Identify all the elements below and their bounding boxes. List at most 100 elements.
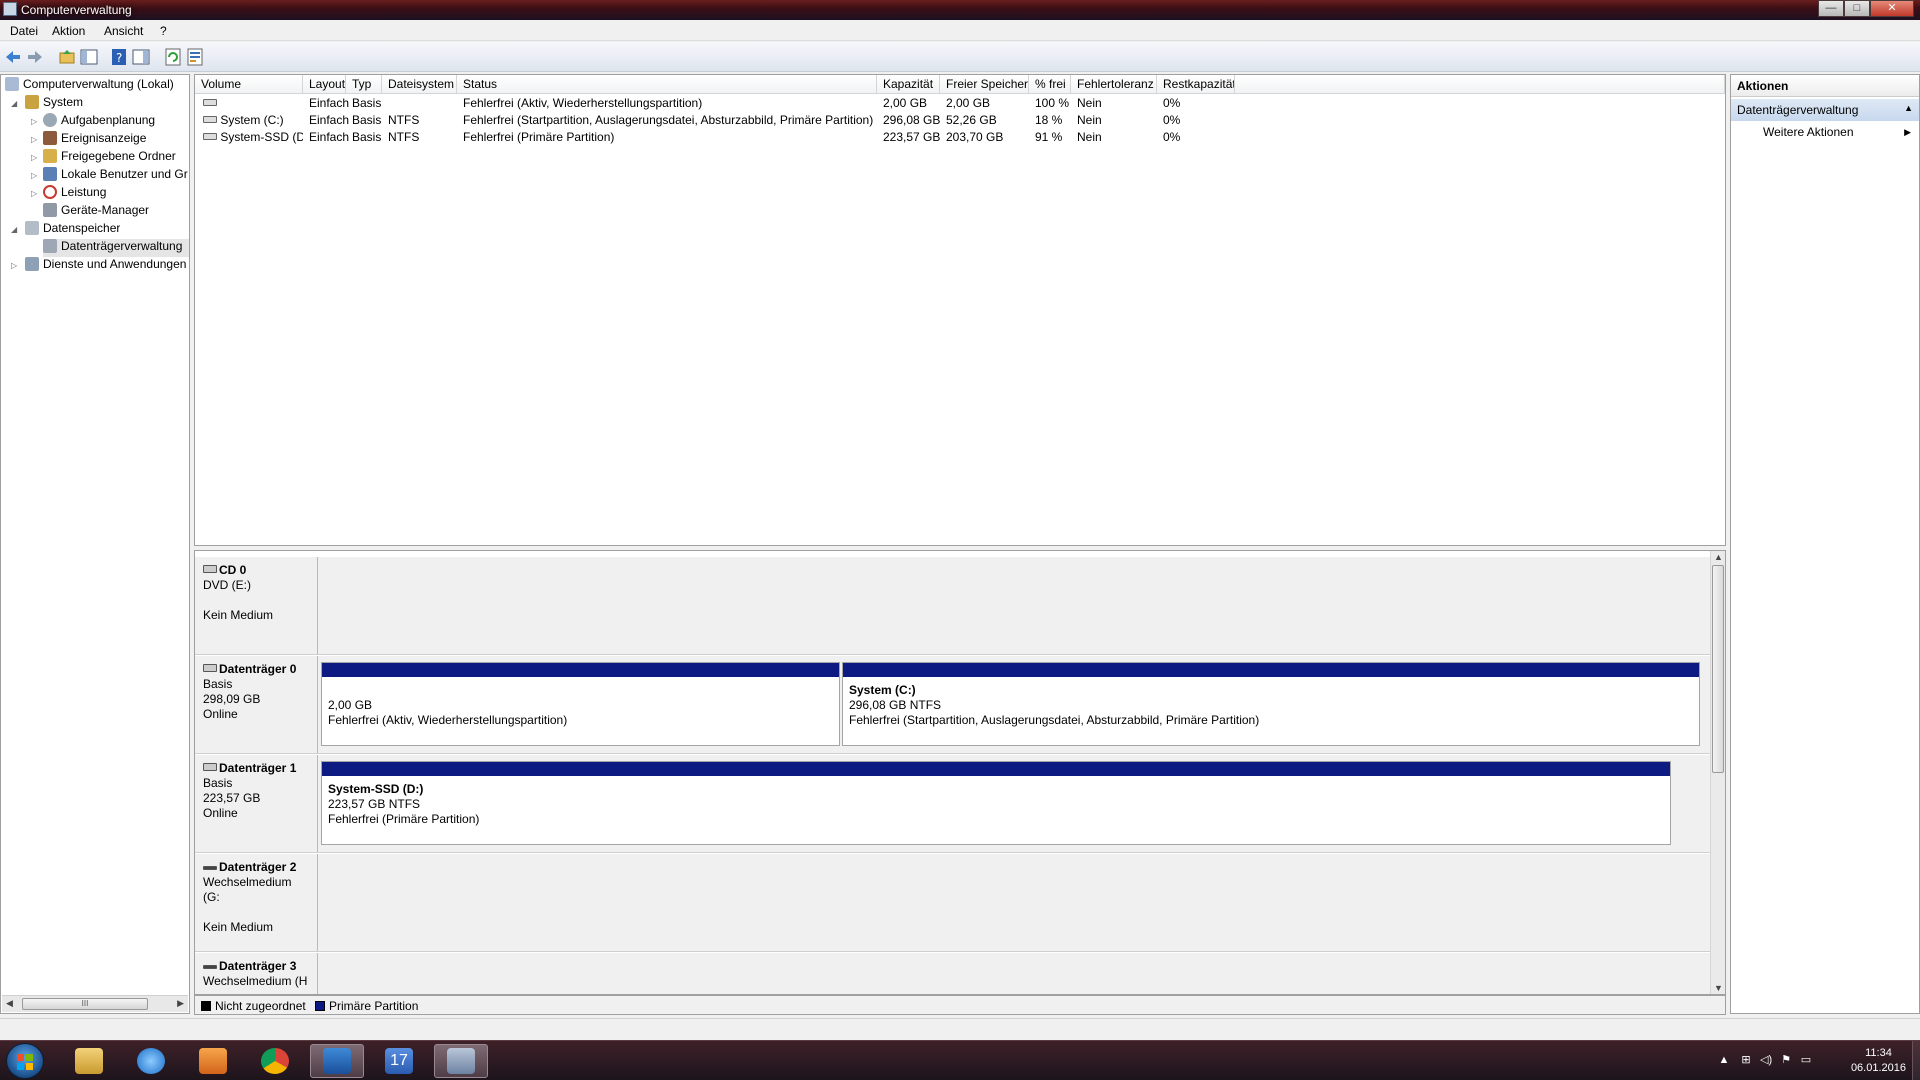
col-fehlertoleranz[interactable]: Fehlertoleranz xyxy=(1071,75,1157,94)
windows-flag-tray-icon[interactable]: ⊞ xyxy=(1740,1054,1752,1066)
actions-pane: Aktionen Datenträgerverwaltung ▲ Weitere… xyxy=(1730,74,1920,1014)
computer-icon xyxy=(5,77,19,91)
scroll-right-icon[interactable]: ▶ xyxy=(177,998,184,1009)
tray-overflow-icon[interactable]: ▲ xyxy=(1718,1054,1730,1066)
action-weitere-aktionen[interactable]: Weitere Aktionen xyxy=(1763,125,1854,139)
show-tree-icon[interactable] xyxy=(80,48,98,66)
tree-item-datentraegerverwaltung[interactable]: Datenträgerverwaltung xyxy=(43,239,189,257)
tree-item-dienste[interactable]: Dienste und Anwendungen xyxy=(25,257,189,275)
tree-item-root[interactable]: Computerverwaltung (Lokal) xyxy=(5,77,174,95)
disk-row-datentraeger-3[interactable]: Datenträger 3 Wechselmedium (H xyxy=(195,953,1711,994)
show-action-pane-icon[interactable] xyxy=(132,48,150,66)
properties-icon[interactable] xyxy=(186,48,204,66)
menu-datei[interactable]: Datei xyxy=(10,24,38,38)
scroll-thumb[interactable]: III xyxy=(22,998,148,1010)
tree-item-lokale-benutzer[interactable]: Lokale Benutzer und Gr xyxy=(43,167,189,185)
scroll-thumb[interactable] xyxy=(1712,565,1724,773)
taskbar-chrome[interactable] xyxy=(248,1044,302,1078)
submenu-arrow-icon[interactable]: ▶ xyxy=(1904,127,1911,138)
internet-explorer-icon xyxy=(137,1048,165,1074)
help-icon[interactable]: ? xyxy=(110,48,128,66)
table-row[interactable]: Einfach Basis Fehlerfrei (Aktiv, Wiederh… xyxy=(195,95,1725,112)
partition-system-c[interactable]: System (C:) 296,08 GB NTFS Fehlerfrei (S… xyxy=(842,662,1700,746)
tree-item-leistung[interactable]: Leistung xyxy=(43,185,106,203)
back-arrow-icon[interactable] xyxy=(4,48,22,66)
maximize-button[interactable]: □ xyxy=(1844,0,1870,17)
disk-view-scrollbar[interactable]: ▲ ▼ xyxy=(1710,551,1725,994)
freier-speicher-cell: 52,26 GB xyxy=(946,113,997,127)
svg-text:?: ? xyxy=(116,51,122,65)
expand-arrow-icon[interactable]: ▷ xyxy=(31,189,41,199)
disk-row-datentraeger-2[interactable]: Datenträger 2 Wechselmedium (G: Kein Med… xyxy=(195,854,1711,952)
tree-item-freigegebene-ordner[interactable]: Freigegebene Ordner xyxy=(43,149,176,167)
start-button[interactable] xyxy=(6,1043,44,1079)
volume-icon[interactable]: ◁) xyxy=(1760,1054,1772,1066)
expand-arrow-icon[interactable]: ▷ xyxy=(31,171,41,181)
disk-row-datentraeger-1[interactable]: Datenträger 1 Basis 223,57 GB Online Sys… xyxy=(195,755,1711,853)
refresh-icon[interactable] xyxy=(164,48,182,66)
layout-cell: Einfach xyxy=(309,96,350,110)
partition-recovery[interactable]: 2,00 GB Fehlerfrei (Aktiv, Wiederherstel… xyxy=(321,662,840,746)
disk-row-cd0[interactable]: CD 0 DVD (E:) Kein Medium xyxy=(195,557,1711,655)
col-layout[interactable]: Layout xyxy=(303,75,346,94)
col-dateisystem[interactable]: Dateisystem xyxy=(382,75,457,94)
taskbar-computer-management[interactable] xyxy=(434,1044,488,1078)
users-icon xyxy=(43,167,57,181)
tree-item-geraete-manager[interactable]: Geräte-Manager xyxy=(43,203,149,221)
col-restkapazitaet[interactable]: Restkapazität xyxy=(1157,75,1235,94)
action-center-flag-icon[interactable]: ⚑ xyxy=(1780,1054,1792,1066)
expand-arrow-icon[interactable]: ▷ xyxy=(31,117,41,127)
primary-partition-bar xyxy=(322,762,1670,776)
expand-arrow-icon[interactable]: ▷ xyxy=(31,153,41,163)
clock[interactable]: 11:34 06.01.2016 xyxy=(1851,1046,1906,1076)
layout-cell: Einfach xyxy=(309,130,350,144)
col-volume[interactable]: Volume xyxy=(195,75,303,94)
legend-label-primary: Primäre Partition xyxy=(329,999,419,1013)
network-icon[interactable]: ▭ xyxy=(1800,1054,1812,1066)
collapse-arrow-icon[interactable]: ◢ xyxy=(11,225,21,235)
device-manager-icon xyxy=(43,203,57,217)
taskbar-outlook[interactable] xyxy=(310,1044,364,1078)
col-kapazitaet[interactable]: Kapazität xyxy=(877,75,940,94)
show-desktop-button[interactable] xyxy=(1912,1041,1920,1080)
expand-arrow-icon[interactable]: ▷ xyxy=(11,261,21,271)
layout-cell: Einfach xyxy=(309,113,350,127)
tree-item-datenspeicher[interactable]: Datenspeicher xyxy=(25,221,120,239)
tree-horizontal-scrollbar[interactable]: ◀ III ▶ xyxy=(2,995,188,1012)
menu-ansicht[interactable]: Ansicht xyxy=(104,24,143,38)
collapse-arrow-icon[interactable]: ◢ xyxy=(11,99,21,109)
disk-row-datentraeger-0[interactable]: Datenträger 0 Basis 298,09 GB Online 2,0… xyxy=(195,656,1711,754)
close-button[interactable]: ✕ xyxy=(1870,0,1914,17)
tree-item-ereignisanzeige[interactable]: Ereignisanzeige xyxy=(43,131,146,149)
up-folder-icon[interactable] xyxy=(58,48,76,66)
taskbar-internet-explorer[interactable] xyxy=(124,1044,178,1078)
menu-aktion[interactable]: Aktion xyxy=(52,24,85,38)
fehlertoleranz-cell: Nein xyxy=(1077,130,1102,144)
app-icon xyxy=(3,2,17,16)
col-filler xyxy=(1235,75,1725,94)
col-typ[interactable]: Typ xyxy=(346,75,382,94)
col-status[interactable]: Status xyxy=(457,75,877,94)
taskbar-calendar[interactable]: 17 xyxy=(372,1044,426,1078)
expand-arrow-icon[interactable]: ▷ xyxy=(31,135,41,145)
tree-item-aufgabenplanung[interactable]: Aufgabenplanung xyxy=(43,113,155,131)
col-freier-speicher[interactable]: Freier Speicher xyxy=(940,75,1029,94)
performance-icon xyxy=(43,185,57,199)
actions-section-datentraegerverwaltung[interactable]: Datenträgerverwaltung ▲ xyxy=(1731,99,1919,121)
removable-drive-icon xyxy=(203,965,217,969)
tree-item-system[interactable]: System xyxy=(25,95,83,113)
table-row[interactable]: System-SSD (D:) Einfach Basis NTFS Fehle… xyxy=(195,129,1725,146)
minimize-button[interactable]: — xyxy=(1818,0,1844,17)
partition-system-ssd-d[interactable]: System-SSD (D:) 223,57 GB NTFS Fehlerfre… xyxy=(321,761,1671,845)
menu-help[interactable]: ? xyxy=(160,24,167,38)
taskbar-explorer[interactable] xyxy=(62,1044,116,1078)
taskbar-media-player[interactable] xyxy=(186,1044,240,1078)
scroll-up-icon[interactable]: ▲ xyxy=(1714,552,1723,562)
col-prozent-frei[interactable]: % frei xyxy=(1029,75,1071,94)
collapse-up-icon[interactable]: ▲ xyxy=(1904,103,1913,113)
forward-arrow-icon[interactable] xyxy=(26,48,44,66)
disk-label: Datenträger 3 Wechselmedium (H xyxy=(195,953,318,994)
scroll-down-icon[interactable]: ▼ xyxy=(1714,983,1723,993)
table-row[interactable]: System (C:) Einfach Basis NTFS Fehlerfre… xyxy=(195,112,1725,129)
scroll-left-icon[interactable]: ◀ xyxy=(6,998,13,1009)
